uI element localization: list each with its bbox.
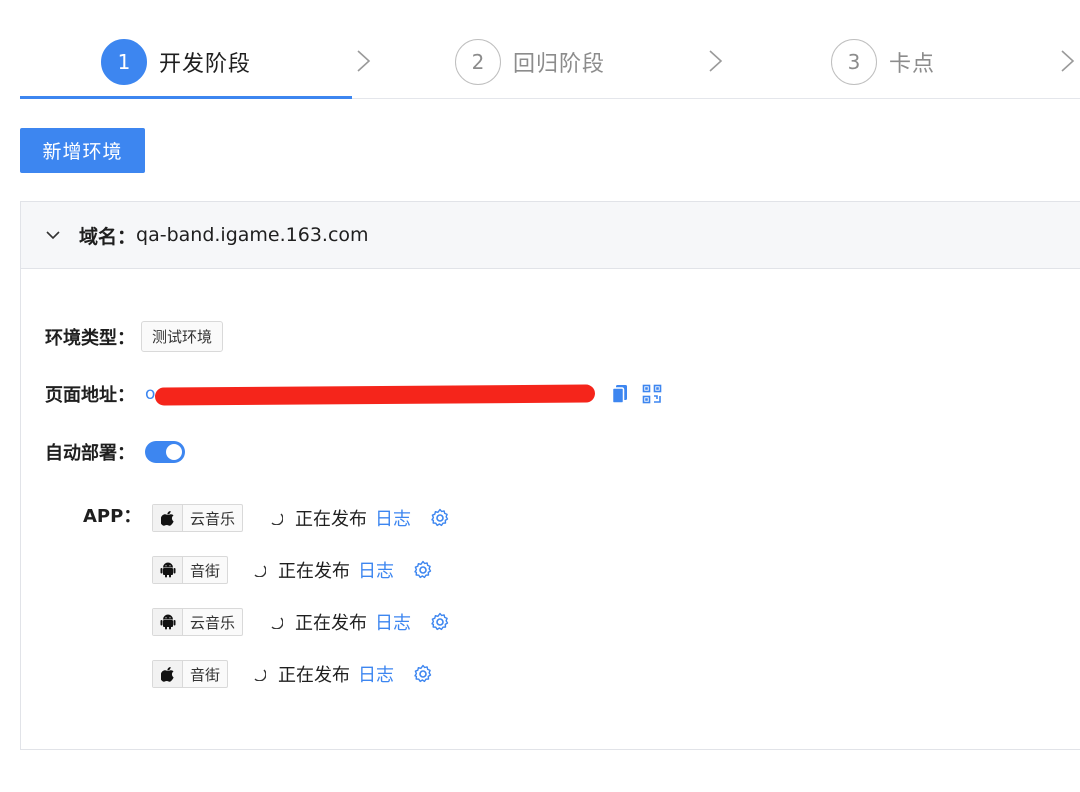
- domain-label: 域名：: [79, 225, 137, 248]
- deploy-status: 正在发布: [295, 613, 368, 634]
- app-name: 音街: [190, 561, 221, 580]
- chevron-right-icon: [1058, 48, 1078, 74]
- app-name: 云音乐: [190, 613, 236, 632]
- add-environment-button[interactable]: 新增环境: [20, 128, 145, 173]
- page-url-text[interactable]: o: [145, 384, 155, 404]
- deploy-status: 正在发布: [278, 561, 351, 582]
- apple-icon: [153, 661, 183, 687]
- active-step-indicator: [20, 96, 352, 99]
- app-row: 云音乐 正在发布 日志: [152, 607, 451, 637]
- step-label: 卡点: [889, 52, 936, 77]
- log-link[interactable]: 日志: [358, 557, 394, 583]
- app-label: APP：: [83, 506, 142, 527]
- env-type-row: 环境类型： 测试环境: [45, 321, 224, 352]
- step-number: 3: [831, 39, 877, 85]
- apple-icon: [153, 505, 183, 531]
- chevron-down-icon[interactable]: [45, 226, 63, 244]
- gear-icon[interactable]: [429, 507, 451, 529]
- app-tag: 音街: [152, 556, 229, 584]
- log-link[interactable]: 日志: [375, 505, 411, 531]
- loading-icon: [271, 513, 284, 525]
- step-label: 开发阶段: [159, 52, 252, 77]
- step-checkpoint[interactable]: 3 卡点: [831, 39, 935, 85]
- step-development[interactable]: 1 开发阶段: [101, 39, 251, 85]
- loading-icon: [254, 669, 267, 681]
- page-url-row: 页面地址： o: [45, 379, 663, 409]
- app-tag: 云音乐: [152, 608, 244, 636]
- deploy-status: 正在发布: [278, 665, 351, 686]
- deploy-status: 正在发布: [295, 509, 368, 530]
- loading-icon: [271, 617, 284, 629]
- loading-icon: [254, 565, 267, 577]
- page-url-label: 页面地址：: [45, 385, 135, 406]
- step-regression[interactable]: 2 回归阶段: [455, 39, 605, 85]
- qrcode-icon[interactable]: [641, 383, 663, 405]
- app-row: 音街 正在发布 日志: [152, 659, 434, 689]
- step-label: 回归阶段: [513, 52, 606, 77]
- app-tag: 音街: [152, 660, 229, 688]
- env-type-tag: 测试环境: [141, 321, 224, 352]
- domain-value: qa-band.igame.163.com: [136, 224, 369, 246]
- copy-icon[interactable]: [609, 383, 631, 405]
- android-icon: [153, 609, 183, 635]
- chevron-right-icon: [354, 48, 374, 74]
- auto-deploy-toggle[interactable]: [145, 441, 185, 463]
- chevron-right-icon: [706, 48, 726, 74]
- app-tag: 云音乐: [152, 504, 244, 532]
- android-icon: [153, 557, 183, 583]
- gear-icon[interactable]: [429, 611, 451, 633]
- page-url-link[interactable]: o: [145, 379, 596, 409]
- env-type-label: 环境类型：: [45, 327, 135, 349]
- log-link[interactable]: 日志: [375, 609, 411, 635]
- app-row: 云音乐 正在发布 日志: [152, 503, 451, 533]
- step-number: 1: [101, 39, 147, 85]
- panel-header[interactable]: 域名： qa-band.igame.163.com: [21, 202, 1080, 269]
- gear-icon[interactable]: [412, 559, 434, 581]
- steps-bar: 1 开发阶段 2 回归阶段 3 卡点: [0, 0, 1080, 100]
- app-name: 音街: [190, 665, 221, 684]
- step-number: 2: [455, 39, 501, 85]
- redaction-mark: [154, 384, 596, 406]
- auto-deploy-row: 自动部署：: [45, 439, 185, 465]
- app-row: 音街 正在发布 日志: [152, 555, 434, 585]
- toggle-knob: [166, 444, 182, 460]
- log-link[interactable]: 日志: [358, 661, 394, 687]
- auto-deploy-label: 自动部署：: [45, 443, 135, 464]
- app-name: 云音乐: [190, 509, 236, 528]
- environment-panel: 域名： qa-band.igame.163.com 环境类型： 测试环境 页面地…: [20, 201, 1080, 750]
- gear-icon[interactable]: [412, 663, 434, 685]
